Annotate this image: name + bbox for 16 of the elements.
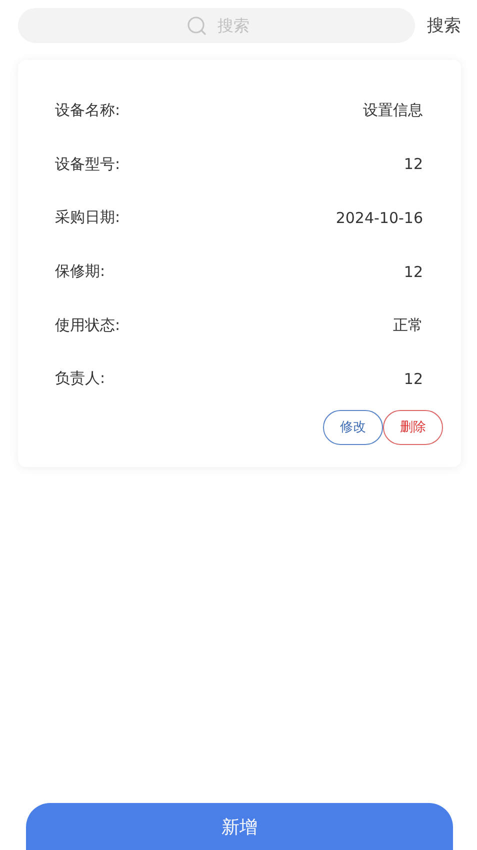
delete-button[interactable]: 删除 <box>383 410 443 445</box>
field-label: 保修期: <box>55 262 106 282</box>
field-label: 使用状态: <box>55 316 120 335</box>
field-value: 正常 <box>393 316 423 335</box>
search-button[interactable]: 搜索 <box>427 14 461 37</box>
field-label: 设备型号: <box>55 154 120 174</box>
field-label: 负责人: <box>55 369 106 388</box>
field-value: 设置信息 <box>363 101 423 120</box>
add-button[interactable]: 新增 <box>26 803 453 850</box>
field-value: 2024-10-16 <box>336 208 423 227</box>
field-label: 采购日期: <box>55 208 120 228</box>
field-value: 12 <box>404 262 423 281</box>
field-value: 12 <box>404 155 423 174</box>
field-value: 12 <box>404 370 423 388</box>
edit-button[interactable]: 修改 <box>323 410 383 445</box>
field-label: 设备名称: <box>55 101 120 120</box>
